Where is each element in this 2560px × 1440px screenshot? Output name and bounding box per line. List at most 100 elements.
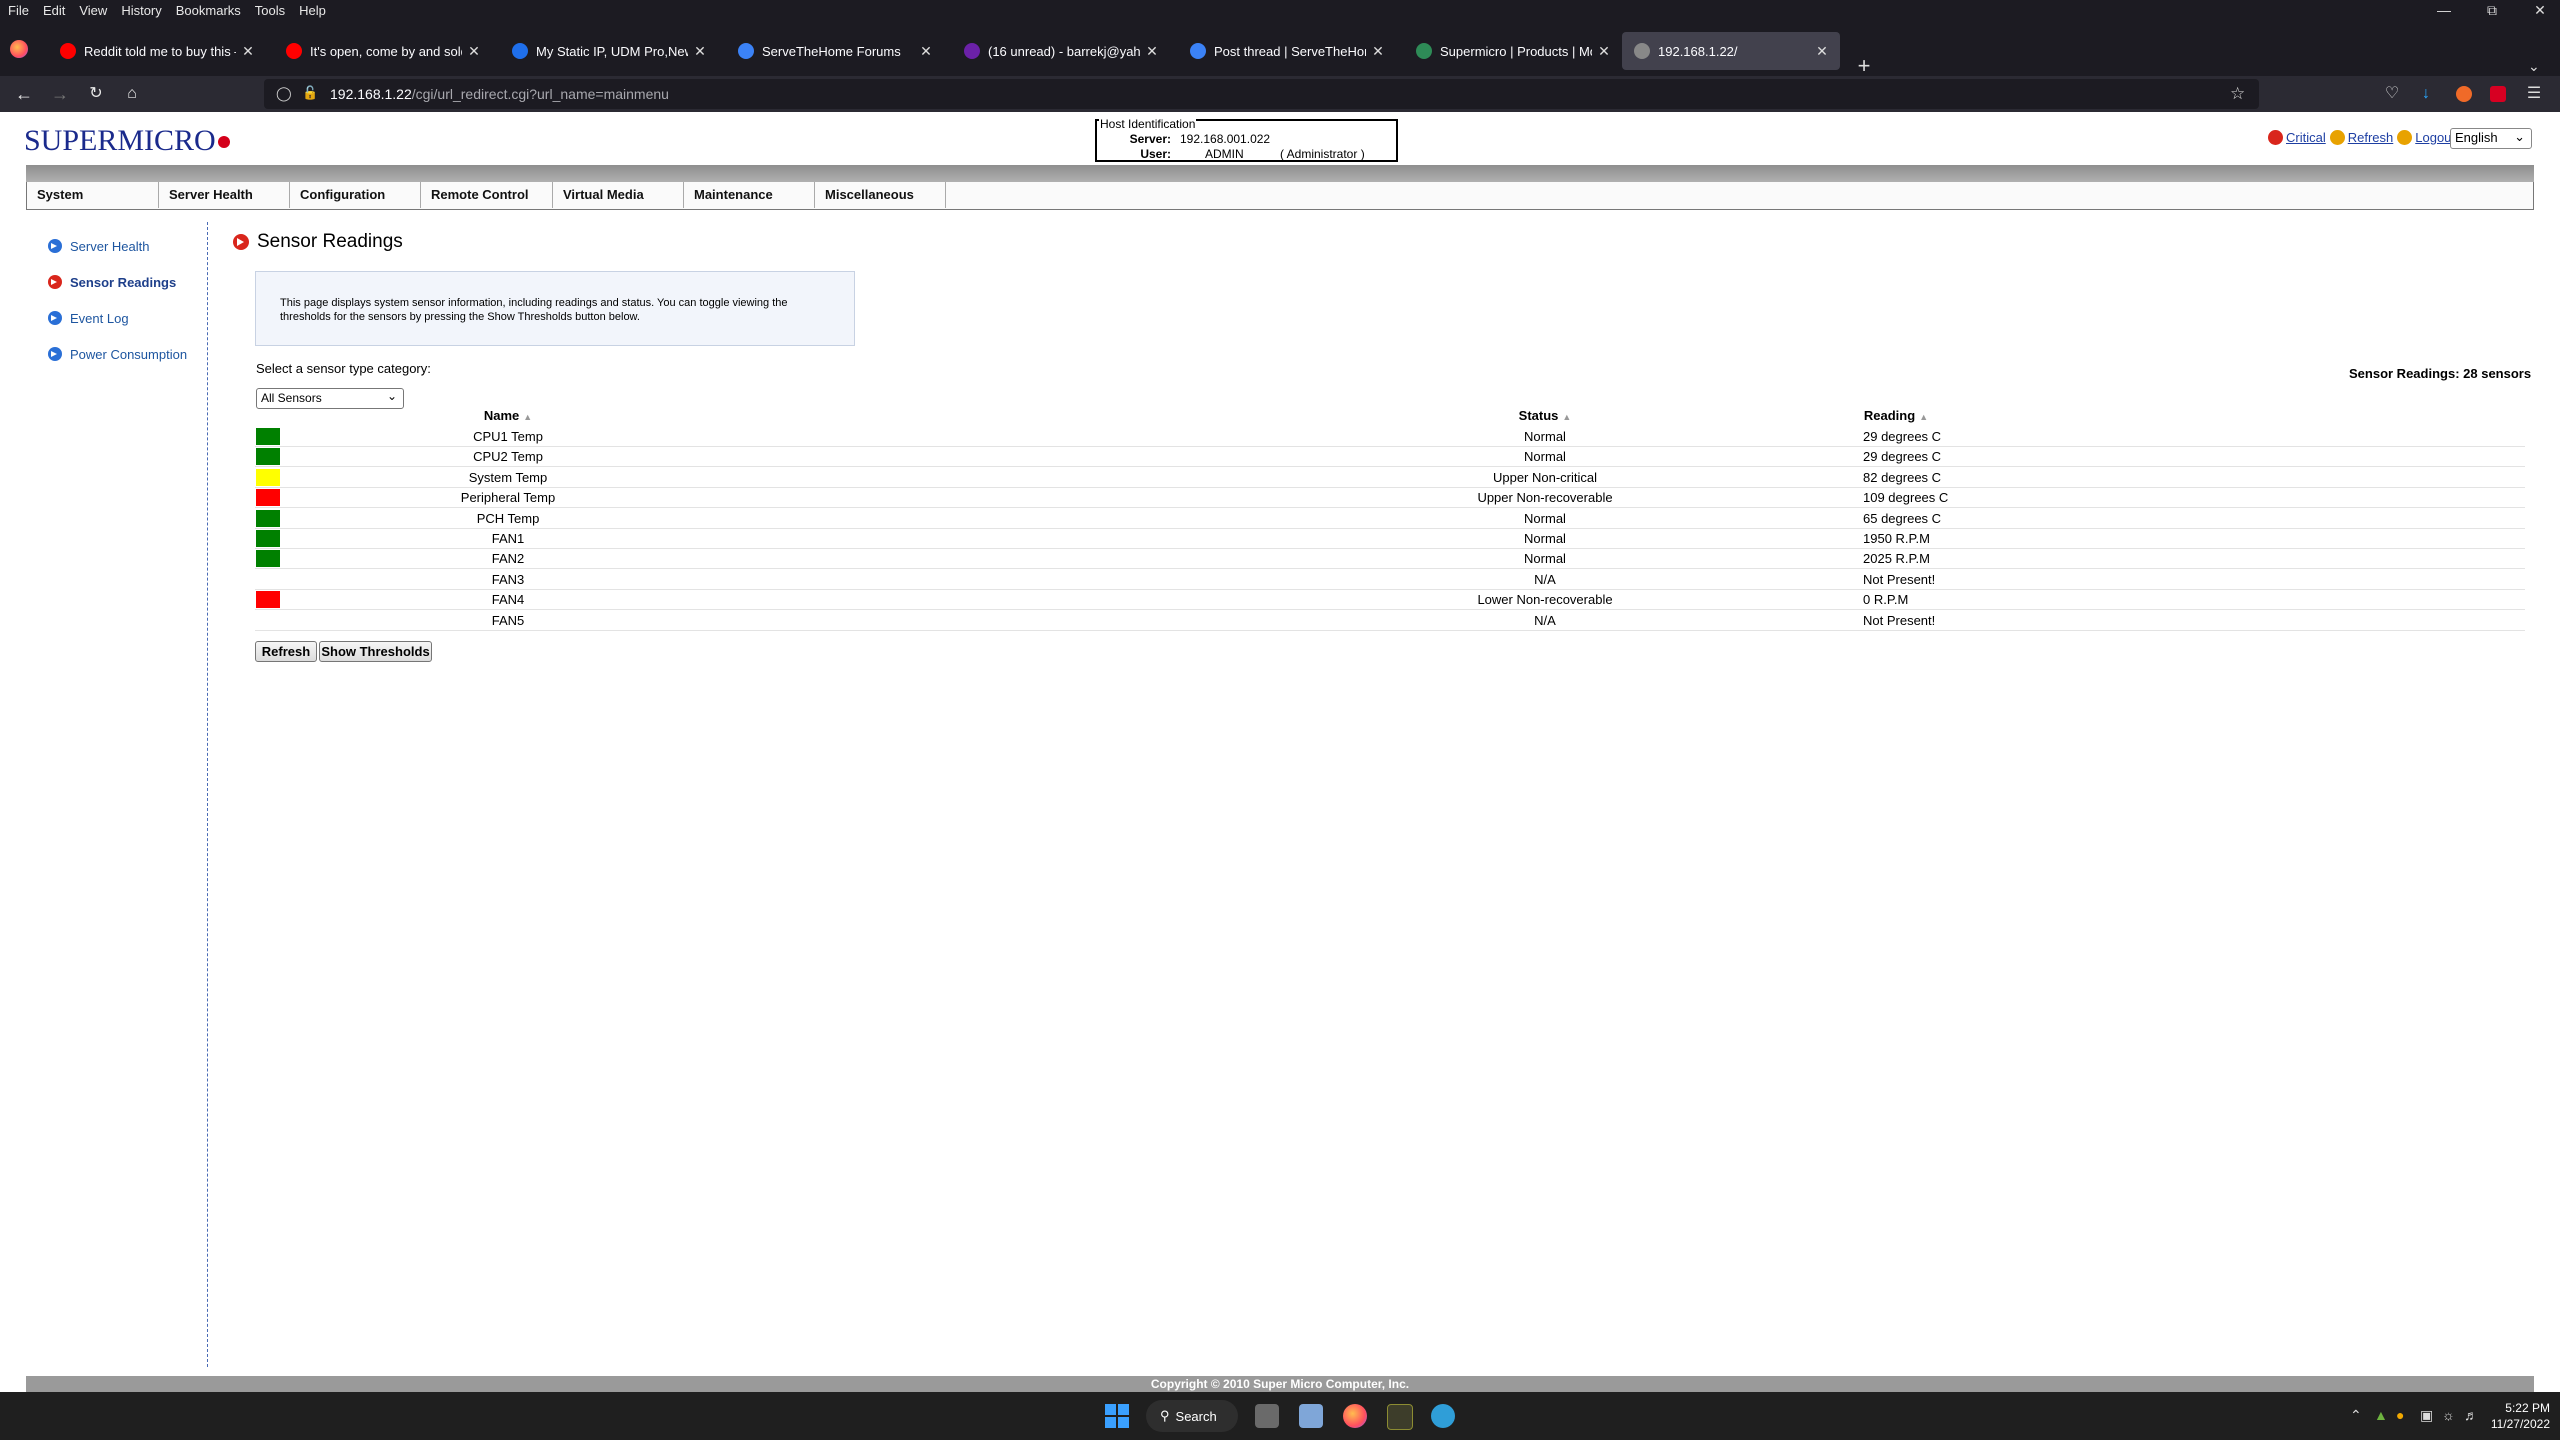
nav-system[interactable]: System <box>27 182 159 208</box>
sensor-status: N/A <box>1534 571 1556 587</box>
browser-tab[interactable]: My Static IP, UDM Pro,New Mo✕ <box>500 32 718 70</box>
browser-tab[interactable]: ServeTheHome Forums ✕ <box>726 32 944 70</box>
table-row: FAN3 N/A Not Present! <box>255 569 2525 590</box>
home-icon[interactable]: ⌂ <box>120 82 144 106</box>
tab-close-icon[interactable]: ✕ <box>692 43 708 60</box>
hamburger-menu-icon[interactable]: ☰ <box>2522 82 2546 106</box>
pocket-icon[interactable]: ♡ <box>2380 82 2404 106</box>
tab-close-icon[interactable]: ✕ <box>1814 43 1830 60</box>
tab-close-icon[interactable]: ✕ <box>1596 43 1612 60</box>
header-links: Critical Refresh Logout <box>2268 130 2459 145</box>
refresh-button[interactable]: Refresh <box>255 641 317 662</box>
back-icon[interactable]: ← <box>12 82 36 106</box>
taskbar-clock[interactable]: 5:22 PM 11/27/2022 <box>2470 1400 2550 1432</box>
menu-history[interactable]: History <box>114 3 168 18</box>
refresh-link[interactable]: Refresh <box>2348 130 2394 145</box>
nav-server-health[interactable]: Server Health <box>159 182 290 208</box>
tab-close-icon[interactable]: ✕ <box>466 43 482 60</box>
nav-maintenance[interactable]: Maintenance <box>684 182 815 208</box>
task-view-icon[interactable] <box>1255 1404 1279 1428</box>
wifi-icon[interactable]: ☼ <box>2442 1407 2455 1423</box>
show-thresholds-button[interactable]: Show Thresholds <box>319 641 432 662</box>
tray-monitor-icon[interactable]: ▣ <box>2420 1407 2433 1424</box>
user-role: ( Administrator ) <box>1280 147 1365 161</box>
taskbar-search[interactable]: ⚲ Search <box>1146 1400 1238 1432</box>
forward-icon[interactable]: → <box>48 82 72 106</box>
column-header-status[interactable]: Status ▲︎ <box>1290 408 1800 424</box>
file-explorer-icon[interactable] <box>1299 1404 1323 1428</box>
tab-list-chevron-icon[interactable]: ⌄ <box>2528 58 2540 75</box>
menu-bookmarks[interactable]: Bookmarks <box>169 3 248 18</box>
firefox-icon[interactable] <box>10 40 28 58</box>
reload-icon[interactable]: ↻ <box>84 82 108 106</box>
menu-file[interactable]: File <box>0 3 36 18</box>
address-bar[interactable]: ◯ 🔓 192.168.1.22/cgi/url_redirect.cgi?ur… <box>264 79 2259 109</box>
status-indicator <box>256 509 280 527</box>
sidebar-item-sensor-readings[interactable]: Sensor Readings <box>48 273 176 291</box>
table-row: Peripheral Temp Upper Non-recoverable 109 … <box>255 487 2525 509</box>
restore-icon[interactable]: ⧉ <box>2472 0 2512 20</box>
sensor-count: Sensor Readings: 28 sensors <box>2349 366 2532 381</box>
tab-close-icon[interactable]: ✕ <box>240 43 256 60</box>
browser-tab[interactable]: Supermicro | Products | Mothe✕ <box>1404 32 1622 70</box>
sensor-category-select[interactable]: All Sensors ⌄ <box>256 388 404 409</box>
menu-edit[interactable]: Edit <box>36 3 72 18</box>
menu-help[interactable]: Help <box>292 3 333 18</box>
supermicro-icon <box>1416 43 1432 59</box>
sensor-name: FAN5 <box>491 612 525 628</box>
sensor-status: Normal <box>1524 449 1566 465</box>
browser-tab[interactable]: 192.168.1.22/ ✕ <box>1622 32 1840 70</box>
table-row: FAN1 Normal 1950 R.P.M <box>255 528 2525 549</box>
user-value: ADMIN <box>1205 147 1244 161</box>
sidebar-divider <box>207 222 208 1367</box>
sidebar-item-event-log[interactable]: Event Log <box>48 309 129 327</box>
close-window-icon[interactable]: ✕ <box>2520 0 2560 20</box>
tab-close-icon[interactable]: ✕ <box>1144 43 1160 60</box>
ublock-icon[interactable] <box>2490 85 2506 102</box>
tray-chevron-icon[interactable]: ⌃ <box>2350 1407 2362 1424</box>
browser-tab[interactable]: (16 unread) - barrekj@yahoo.co✕ <box>952 32 1170 70</box>
browser-tab[interactable]: Reddit told me to buy this – PTI✕ <box>48 32 266 70</box>
bookmark-star-icon[interactable]: ☆ <box>2230 84 2245 104</box>
nav-remote-control[interactable]: Remote Control <box>421 182 553 208</box>
language-select[interactable]: English ⌄ <box>2450 128 2532 149</box>
tab-close-icon[interactable]: ✕ <box>918 43 934 60</box>
extension-icon[interactable] <box>2456 85 2472 102</box>
nav-configuration[interactable]: Configuration <box>290 182 421 208</box>
sidebar-item-server-health[interactable]: Server Health <box>48 237 149 255</box>
menu-view[interactable]: View <box>72 3 114 18</box>
firefox-taskbar-icon[interactable] <box>1343 1404 1367 1428</box>
sensor-name: FAN2 <box>491 551 525 567</box>
sensor-reading: 29 degrees C <box>1863 429 1942 444</box>
status-indicator <box>256 428 280 445</box>
sensor-reading: 109 degrees C <box>1863 490 1949 506</box>
windows-start-icon[interactable] <box>1105 1404 1129 1428</box>
table-row: FAN5 N/A Not Present! <box>255 610 2525 631</box>
nav-virtual-media[interactable]: Virtual Media <box>553 182 684 208</box>
column-header-reading[interactable]: Reading ▲︎ <box>1851 408 1941 424</box>
app-icon[interactable] <box>1387 1404 1413 1430</box>
globe-app-icon[interactable] <box>1431 1404 1455 1428</box>
nvidia-icon[interactable]: ▲ <box>2374 1407 2388 1423</box>
page-icon <box>1634 43 1650 59</box>
minimize-icon[interactable]: — <box>2424 0 2464 20</box>
nav-miscellaneous[interactable]: Miscellaneous <box>815 182 946 208</box>
new-tab-button[interactable]: + <box>1852 54 1876 78</box>
column-header-name[interactable]: Name ▲︎ <box>405 408 611 424</box>
lock-icon[interactable]: 🔓 <box>302 85 318 101</box>
shield-icon[interactable]: ◯ <box>276 85 292 102</box>
logo-text: SUPERMICRO <box>24 124 216 157</box>
browser-tab[interactable]: Post thread | ServeTheHome Fo✕ <box>1178 32 1396 70</box>
critical-link[interactable]: Critical <box>2286 130 2326 145</box>
tray-app-icon[interactable]: ● <box>2396 1407 2404 1423</box>
tab-close-icon[interactable]: ✕ <box>1370 43 1386 60</box>
sensor-reading: 0 R.P.M <box>1863 592 1909 608</box>
browser-tab[interactable]: It's open, come by and solder s✕ <box>274 32 492 70</box>
sensor-name: CPU1 Temp <box>473 429 543 444</box>
tab-title: (16 unread) - barrekj@yahoo.co <box>988 43 1140 59</box>
menu-tools[interactable]: Tools <box>248 3 292 18</box>
arrow-right-icon <box>48 311 62 325</box>
download-icon[interactable]: ↓ <box>2414 82 2438 106</box>
url-host: 192.168.1.22 <box>330 86 412 102</box>
sidebar-item-power-consumption[interactable]: Power Consumption <box>48 345 187 363</box>
